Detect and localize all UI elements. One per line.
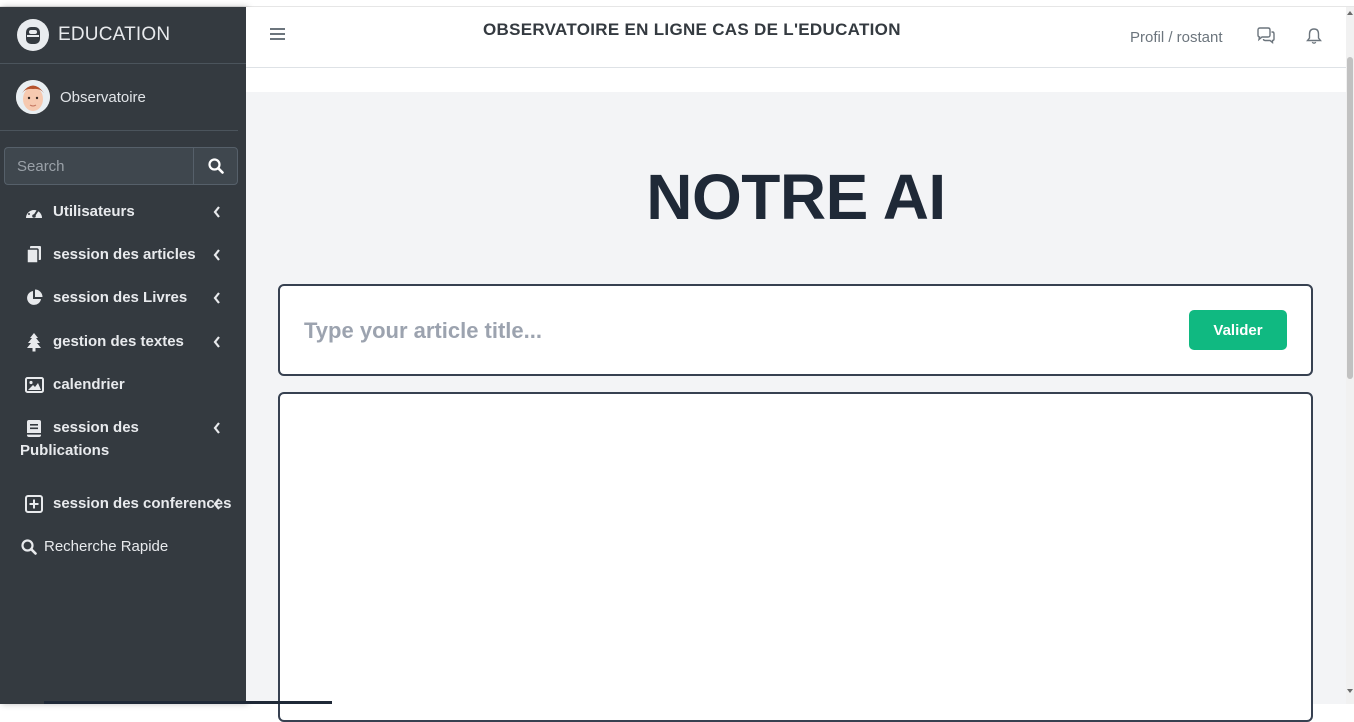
- top-navbar: OBSERVATOIRE EN LIGNE CAS DE L'EDUCATION…: [246, 7, 1346, 68]
- article-output-area[interactable]: [278, 392, 1313, 722]
- sidebar-item-recherche-rapide[interactable]: Recherche Rapide: [0, 537, 246, 557]
- valider-button[interactable]: Valider: [1189, 310, 1287, 350]
- sidebar-item-label-line2: Publications: [20, 442, 110, 459]
- article-title-form: Valider: [278, 284, 1313, 376]
- chevron-left-icon: [213, 422, 220, 434]
- sidebar-item-textes[interactable]: gestion des textes: [0, 332, 246, 352]
- sidebar-item-label: session des Livres: [53, 289, 188, 306]
- hamburger-menu-icon[interactable]: [270, 27, 285, 41]
- comments-icon[interactable]: [1256, 27, 1276, 45]
- bell-icon[interactable]: [1306, 27, 1322, 45]
- sidebar-item-label: session des conferences: [53, 495, 232, 512]
- brand-name: EDUCATION: [58, 24, 171, 45]
- plus-square-icon: [24, 494, 44, 514]
- pie-chart-icon: [24, 288, 44, 308]
- content-header-strip: [246, 68, 1346, 92]
- page-title: OBSERVATOIRE EN LIGNE CAS DE L'EDUCATION: [483, 20, 901, 39]
- ai-heading: NOTRE AI: [646, 161, 946, 233]
- sidebar-item-calendrier[interactable]: calendrier: [0, 375, 246, 395]
- sidebar-item-livres[interactable]: session des Livres: [0, 288, 246, 308]
- scroll-up-arrow-icon[interactable]: [1347, 11, 1353, 15]
- sidebar: EDUCATION Observatoire Search Utilisateu…: [0, 7, 246, 704]
- scrollbar-thumb[interactable]: [1347, 57, 1353, 379]
- sidebar-item-utilisateurs[interactable]: Utilisateurs: [0, 202, 246, 222]
- sidebar-item-label: Recherche Rapide: [44, 538, 169, 555]
- brand-link[interactable]: EDUCATION: [0, 7, 246, 64]
- profile-link[interactable]: Profil / rostant: [1130, 29, 1223, 46]
- chevron-left-icon: [213, 292, 220, 304]
- sidebar-item-label: session des: [53, 419, 139, 436]
- search-icon: [20, 537, 38, 557]
- user-name: Observatoire: [60, 88, 146, 106]
- chevron-left-icon: [213, 249, 220, 261]
- sidebar-item-label: calendrier: [53, 376, 125, 393]
- article-title-input[interactable]: [304, 314, 1164, 348]
- page-scrollbar[interactable]: [1346, 7, 1354, 704]
- search-icon: [207, 158, 224, 174]
- sidebar-item-label: gestion des textes: [53, 333, 184, 350]
- tree-icon: [24, 332, 44, 352]
- sidebar-item-articles[interactable]: session des articles: [0, 245, 246, 265]
- browser-top-edge: [0, 0, 1354, 7]
- avatar: [16, 80, 50, 114]
- sidebar-item-conferences[interactable]: session des conferences: [0, 494, 246, 514]
- search-input[interactable]: [4, 147, 193, 185]
- brand-logo-icon: [17, 19, 49, 51]
- sidebar-item-publications[interactable]: session des Publications: [0, 418, 246, 459]
- sidebar-item-label: Utilisateurs: [53, 203, 135, 220]
- tachometer-icon: [24, 202, 44, 222]
- chevron-left-icon: [213, 206, 220, 218]
- chevron-left-icon: [213, 336, 220, 348]
- search-button[interactable]: [193, 147, 238, 185]
- sidebar-item-label: session des articles: [53, 246, 196, 263]
- user-panel[interactable]: Observatoire: [0, 64, 238, 131]
- scroll-down-arrow-icon[interactable]: [1347, 689, 1353, 693]
- chevron-left-icon: [213, 498, 220, 510]
- image-icon: [24, 375, 44, 395]
- book-icon: [24, 418, 44, 438]
- copy-icon: [24, 245, 44, 265]
- sidebar-search: [4, 147, 238, 185]
